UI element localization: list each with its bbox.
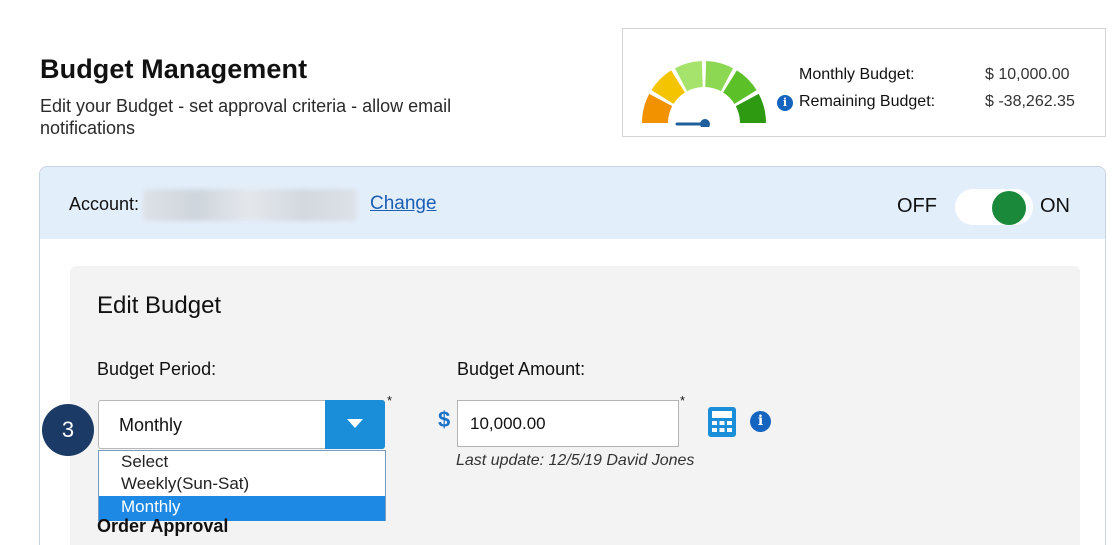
budget-toggle-switch[interactable]	[955, 189, 1033, 225]
toggle-on-label: ON	[1040, 195, 1070, 217]
account-label: Account:	[69, 194, 140, 214]
account-number-redacted	[143, 189, 357, 221]
toggle-knob	[992, 191, 1026, 225]
remaining-budget-row: i Remaining Budget: $ -38,262.35	[777, 93, 1079, 115]
last-update-text: Last update: 12/5/19 David Jones	[456, 452, 695, 469]
budget-summary-card: Monthly Budget: $ 10,000.00 i Remaining …	[622, 28, 1106, 137]
option-weekly[interactable]: Weekly(Sun-Sat)	[99, 473, 385, 496]
option-select[interactable]: Select	[99, 451, 385, 474]
info-icon[interactable]: i	[750, 411, 771, 432]
required-marker: *	[680, 393, 686, 408]
budget-period-select[interactable]: Monthly	[98, 400, 385, 449]
page-subtitle: Edit your Budget - set approval criteria…	[40, 96, 452, 138]
edit-budget-title: Edit Budget	[97, 292, 222, 319]
toggle-off-label: OFF	[897, 195, 937, 217]
gauge-segments	[642, 61, 766, 123]
monthly-budget-label: Monthly Budget:	[799, 66, 915, 83]
account-bar: Account: Change OFF ON	[40, 167, 1105, 239]
step-number-badge: 3	[42, 404, 94, 456]
budget-gauge-icon	[642, 61, 766, 127]
change-account-link[interactable]: Change	[370, 193, 437, 215]
budget-amount-input[interactable]	[457, 400, 679, 447]
budget-period-options: Select Weekly(Sun-Sat) Monthly	[98, 450, 386, 521]
page-title: Budget Management	[40, 54, 308, 84]
currency-symbol: $	[438, 407, 451, 432]
monthly-budget-row: Monthly Budget: $ 10,000.00	[799, 66, 1079, 88]
budget-period-label: Budget Period:	[97, 359, 217, 379]
remaining-budget-label: Remaining Budget:	[799, 93, 936, 110]
required-marker: *	[387, 393, 393, 408]
gauge-pivot	[700, 119, 710, 127]
dropdown-toggle-button[interactable]	[325, 400, 385, 449]
budget-period-selected-value: Monthly	[119, 415, 183, 435]
budget-amount-label: Budget Amount:	[457, 359, 586, 379]
calculator-icon[interactable]	[707, 406, 737, 438]
chevron-down-icon	[347, 419, 363, 428]
edit-budget-card: Edit Budget Budget Period: Monthly * Sel…	[70, 266, 1080, 545]
remaining-budget-value: $ -38,262.35	[985, 93, 1075, 110]
info-icon[interactable]: i	[777, 95, 793, 111]
order-approval-heading: Order Approval	[97, 516, 229, 536]
monthly-budget-value: $ 10,000.00	[985, 66, 1070, 83]
